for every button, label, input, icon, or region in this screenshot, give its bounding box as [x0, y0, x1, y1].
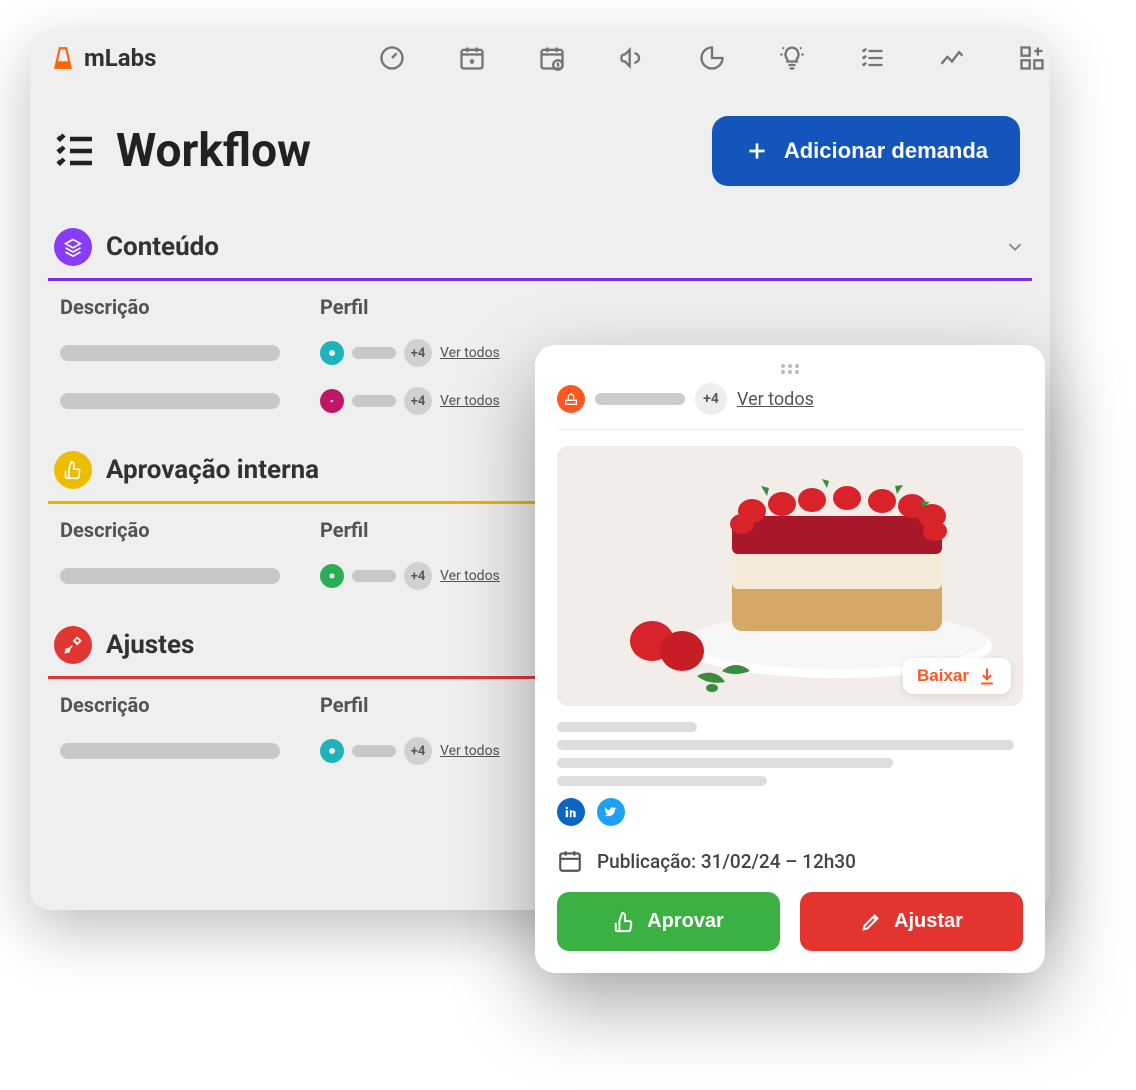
profile-skel: [595, 393, 685, 405]
approve-button[interactable]: Aprovar: [557, 892, 780, 951]
drag-handle-icon[interactable]: [557, 363, 1023, 375]
download-icon: [977, 666, 997, 686]
approve-label: Aprovar: [647, 910, 724, 933]
adjust-button[interactable]: Ajustar: [800, 892, 1023, 951]
post-image: Baixar: [557, 446, 1023, 706]
twitter-icon[interactable]: [597, 798, 625, 826]
calendar-icon: [557, 848, 583, 874]
download-button[interactable]: Baixar: [903, 658, 1011, 694]
publication-text: Publicação: 31/02/24 – 12h30: [597, 850, 856, 873]
thumbs-up-icon: [613, 911, 635, 933]
linkedin-icon[interactable]: [557, 798, 585, 826]
action-row: Aprovar Ajustar: [557, 892, 1023, 951]
caption-placeholder: [557, 722, 1023, 786]
cake-icon: [557, 385, 585, 413]
adjust-label: Ajustar: [894, 910, 963, 933]
card-profile-row: +4 Ver todos: [557, 383, 1023, 430]
ver-todos-link[interactable]: Ver todos: [737, 389, 814, 410]
detail-card: +4 Ver todos: [535, 345, 1045, 973]
social-icons: [557, 798, 1023, 826]
plus-badge: +4: [695, 383, 727, 415]
pencil-icon: [860, 911, 882, 933]
download-label: Baixar: [917, 666, 969, 686]
publication-row: Publicação: 31/02/24 – 12h30: [557, 848, 1023, 874]
